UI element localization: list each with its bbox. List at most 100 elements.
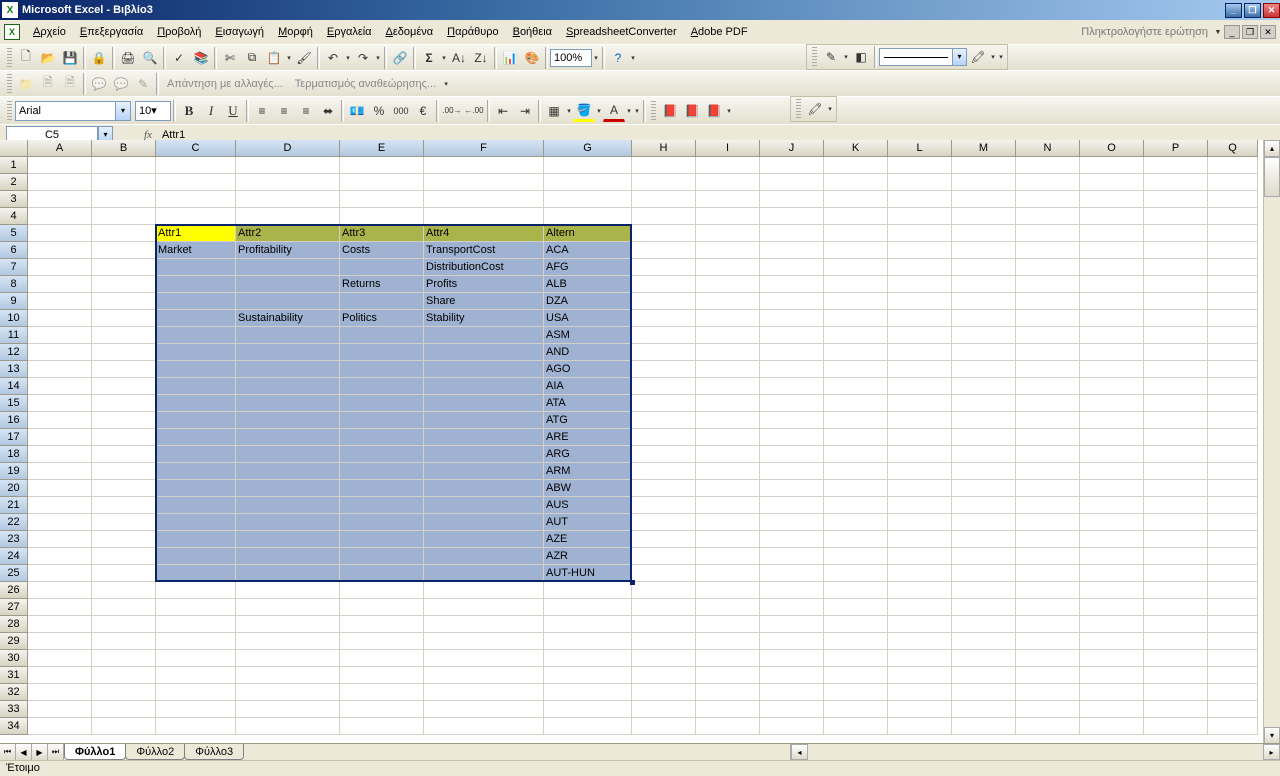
- cell-O30[interactable]: [1080, 650, 1144, 667]
- cell-F17[interactable]: [424, 429, 544, 446]
- cell-N12[interactable]: [1016, 344, 1080, 361]
- scroll-left-button[interactable]: ◂: [791, 744, 808, 760]
- cell-E6[interactable]: Costs: [340, 242, 424, 259]
- cell-E34[interactable]: [340, 718, 424, 735]
- column-header-K[interactable]: K: [824, 140, 888, 157]
- tab-prev-button[interactable]: ◀: [16, 744, 32, 760]
- cell-B19[interactable]: [92, 463, 156, 480]
- cell-C11[interactable]: [156, 327, 236, 344]
- cell-C8[interactable]: [156, 276, 236, 293]
- cell-H14[interactable]: [632, 378, 696, 395]
- cell-N5[interactable]: [1016, 225, 1080, 242]
- cell-G25[interactable]: AUT-HUN: [544, 565, 632, 582]
- cell-A27[interactable]: [28, 599, 92, 616]
- cell-F22[interactable]: [424, 514, 544, 531]
- cell-L32[interactable]: [888, 684, 952, 701]
- cell-N6[interactable]: [1016, 242, 1080, 259]
- borders-dropdown[interactable]: ▾: [565, 100, 573, 122]
- cell-Q22[interactable]: [1208, 514, 1258, 531]
- cell-H5[interactable]: [632, 225, 696, 242]
- cell-M29[interactable]: [952, 633, 1016, 650]
- cell-P20[interactable]: [1144, 480, 1208, 497]
- cell-Q2[interactable]: [1208, 174, 1258, 191]
- cell-L26[interactable]: [888, 582, 952, 599]
- cell-M34[interactable]: [952, 718, 1016, 735]
- cell-N28[interactable]: [1016, 616, 1080, 633]
- cell-G28[interactable]: [544, 616, 632, 633]
- cell-H30[interactable]: [632, 650, 696, 667]
- toolbar-options-dropdown[interactable]: ▾: [997, 46, 1005, 68]
- copy-button[interactable]: ⧉: [241, 47, 263, 69]
- cell-F15[interactable]: [424, 395, 544, 412]
- cell-C18[interactable]: [156, 446, 236, 463]
- menu-spreadsheetconverter[interactable]: SpreadsheetConverter: [559, 23, 684, 41]
- cell-I14[interactable]: [696, 378, 760, 395]
- cell-B25[interactable]: [92, 565, 156, 582]
- cell-J25[interactable]: [760, 565, 824, 582]
- cell-H2[interactable]: [632, 174, 696, 191]
- toolbar-options-dropdown[interactable]: ▾: [725, 100, 733, 122]
- cell-G32[interactable]: [544, 684, 632, 701]
- cell-I16[interactable]: [696, 412, 760, 429]
- cell-B11[interactable]: [92, 327, 156, 344]
- cell-G23[interactable]: AZE: [544, 531, 632, 548]
- cell-J27[interactable]: [760, 599, 824, 616]
- cell-D32[interactable]: [236, 684, 340, 701]
- cell-C30[interactable]: [156, 650, 236, 667]
- cell-G20[interactable]: ABW: [544, 480, 632, 497]
- menu-δεδομένα[interactable]: Δεδομένα: [379, 23, 441, 41]
- cell-Q12[interactable]: [1208, 344, 1258, 361]
- cell-B7[interactable]: [92, 259, 156, 276]
- cell-O19[interactable]: [1080, 463, 1144, 480]
- scroll-down-button[interactable]: ▾: [1264, 727, 1280, 744]
- cell-A9[interactable]: [28, 293, 92, 310]
- row-header-21[interactable]: 21: [0, 497, 28, 514]
- cell-B22[interactable]: [92, 514, 156, 531]
- cell-B4[interactable]: [92, 208, 156, 225]
- cell-A7[interactable]: [28, 259, 92, 276]
- cell-M22[interactable]: [952, 514, 1016, 531]
- cell-C26[interactable]: [156, 582, 236, 599]
- cell-O6[interactable]: [1080, 242, 1144, 259]
- font-color-dropdown[interactable]: ▾: [625, 100, 633, 122]
- cell-F18[interactable]: [424, 446, 544, 463]
- cell-C10[interactable]: [156, 310, 236, 327]
- print-button[interactable]: 🖨: [117, 47, 139, 69]
- align-right-button[interactable]: ≡: [295, 100, 317, 122]
- cell-C16[interactable]: [156, 412, 236, 429]
- cell-E22[interactable]: [340, 514, 424, 531]
- cell-N3[interactable]: [1016, 191, 1080, 208]
- cell-L9[interactable]: [888, 293, 952, 310]
- cell-O31[interactable]: [1080, 667, 1144, 684]
- cell-H13[interactable]: [632, 361, 696, 378]
- cell-P33[interactable]: [1144, 701, 1208, 718]
- cell-Q6[interactable]: [1208, 242, 1258, 259]
- cell-P24[interactable]: [1144, 548, 1208, 565]
- cell-M15[interactable]: [952, 395, 1016, 412]
- cell-F3[interactable]: [424, 191, 544, 208]
- cell-B15[interactable]: [92, 395, 156, 412]
- chart-wizard-button[interactable]: 📊: [499, 47, 521, 69]
- cell-M17[interactable]: [952, 429, 1016, 446]
- scroll-thumb[interactable]: [1264, 157, 1280, 197]
- cell-Q21[interactable]: [1208, 497, 1258, 514]
- cell-L16[interactable]: [888, 412, 952, 429]
- undo-dropdown[interactable]: ▾: [344, 47, 352, 69]
- cell-N4[interactable]: [1016, 208, 1080, 225]
- cell-E14[interactable]: [340, 378, 424, 395]
- doc-minimize-button[interactable]: _: [1224, 25, 1240, 39]
- cell-J21[interactable]: [760, 497, 824, 514]
- cell-J28[interactable]: [760, 616, 824, 633]
- cell-M7[interactable]: [952, 259, 1016, 276]
- chevron-down-icon[interactable]: ▾: [115, 102, 130, 120]
- cell-D31[interactable]: [236, 667, 340, 684]
- cell-K32[interactable]: [824, 684, 888, 701]
- column-header-H[interactable]: H: [632, 140, 696, 157]
- cell-D15[interactable]: [236, 395, 340, 412]
- cell-P13[interactable]: [1144, 361, 1208, 378]
- pdf-button-1[interactable]: 📕: [659, 100, 681, 122]
- cell-D18[interactable]: [236, 446, 340, 463]
- fill-color-dropdown[interactable]: ▾: [595, 100, 603, 122]
- cell-G22[interactable]: AUT: [544, 514, 632, 531]
- pdf-button-3[interactable]: 📕: [703, 100, 725, 122]
